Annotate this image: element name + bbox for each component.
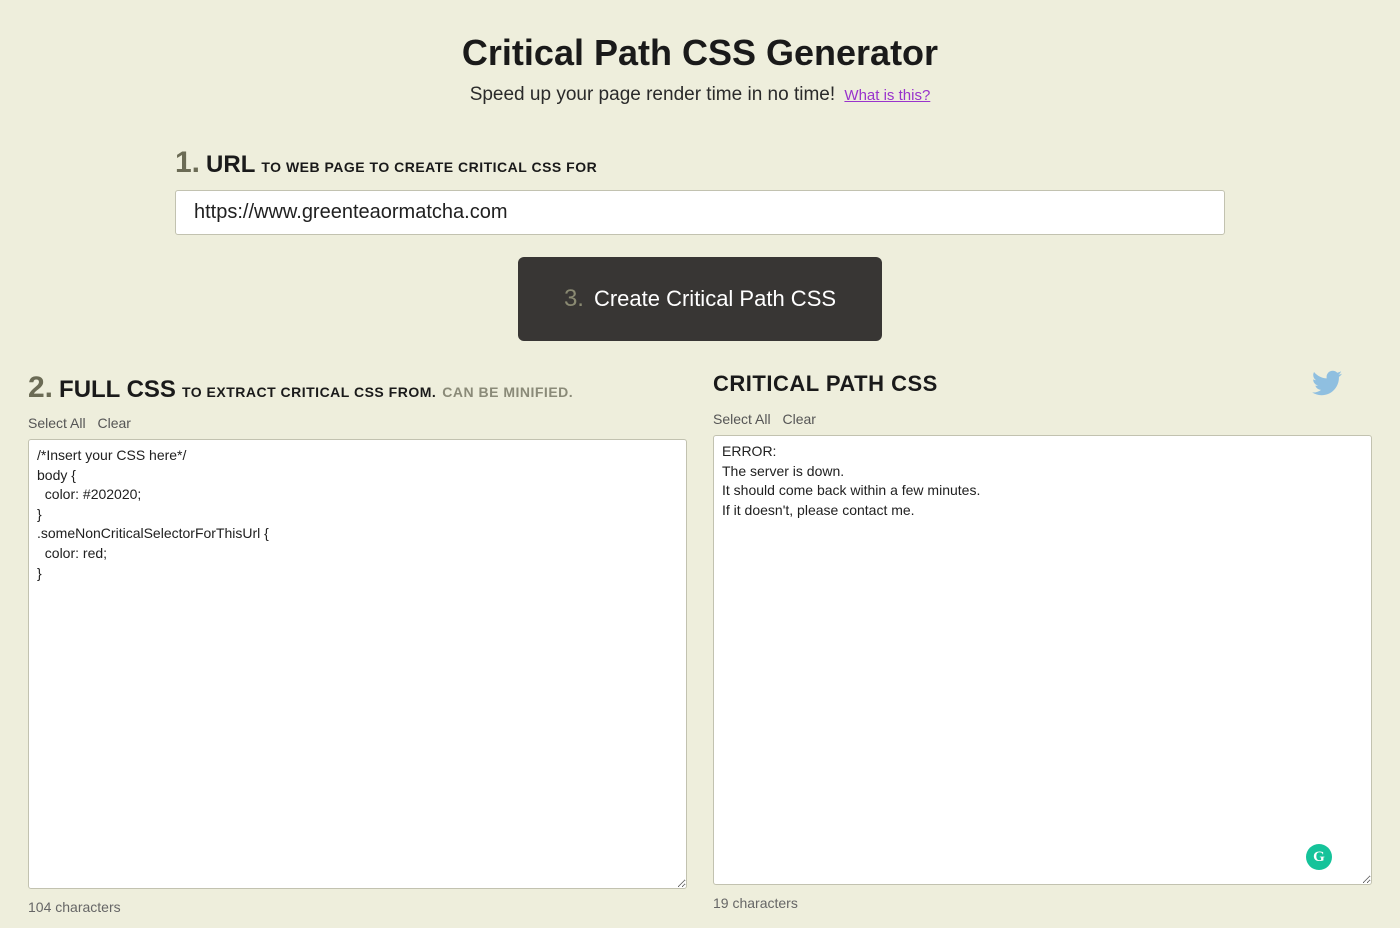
critical-css-select-all[interactable]: Select All [713, 411, 771, 427]
step-2-main: FULL CSS [59, 376, 176, 404]
page-subtitle: Speed up your page render time in no tim… [470, 84, 835, 105]
step-1-main: URL [206, 151, 255, 179]
full-css-header: 2. FULL CSS TO EXTRACT CRITICAL CSS FROM… [28, 371, 687, 405]
full-css-column: 2. FULL CSS TO EXTRACT CRITICAL CSS FROM… [28, 371, 687, 915]
full-css-actions: Select All Clear [28, 415, 687, 431]
critical-css-column: CRITICAL PATH CSS Select All Clear 19 ch… [713, 371, 1372, 915]
critical-css-actions: Select All Clear [713, 411, 1372, 427]
page-subtitle-row: Speed up your page render time in no tim… [0, 84, 1400, 106]
url-input[interactable] [175, 190, 1225, 235]
columns: 2. FULL CSS TO EXTRACT CRITICAL CSS FROM… [0, 341, 1400, 925]
what-is-this-link[interactable]: What is this? [844, 87, 930, 104]
full-css-char-count: 104 characters [28, 899, 687, 915]
url-section: 1. URL TO WEB PAGE TO CREATE CRITICAL CS… [175, 146, 1225, 235]
create-critical-css-button[interactable]: 3. Create Critical Path CSS [518, 257, 882, 341]
grammarly-letter: G [1313, 849, 1325, 866]
full-css-select-all[interactable]: Select All [28, 415, 86, 431]
step-1-number: 1. [175, 146, 200, 180]
full-css-textarea[interactable] [28, 439, 687, 889]
grammarly-badge-icon[interactable]: G [1306, 844, 1332, 870]
cta-wrap: 3. Create Critical Path CSS [0, 257, 1400, 341]
page-title: Critical Path CSS Generator [0, 32, 1400, 74]
url-step-label: 1. URL TO WEB PAGE TO CREATE CRITICAL CS… [175, 146, 1225, 180]
step-1-sub: TO WEB PAGE TO CREATE CRITICAL CSS FOR [261, 159, 597, 175]
step-2-sub-muted: CAN BE MINIFIED. [442, 384, 573, 400]
step-2-number: 2. [28, 371, 53, 405]
critical-css-header: CRITICAL PATH CSS [713, 371, 1372, 401]
step-2-sub: TO EXTRACT CRITICAL CSS FROM. [182, 384, 436, 400]
twitter-icon[interactable] [1312, 368, 1342, 403]
page-header: Critical Path CSS Generator Speed up you… [0, 0, 1400, 106]
critical-css-clear[interactable]: Clear [782, 411, 815, 427]
step-3-number: 3. [564, 285, 584, 313]
full-css-clear[interactable]: Clear [97, 415, 130, 431]
critical-css-char-count: 19 characters [713, 895, 1372, 911]
critical-css-textarea[interactable] [713, 435, 1372, 885]
cta-label: Create Critical Path CSS [594, 286, 836, 312]
critical-css-title: CRITICAL PATH CSS [713, 371, 938, 397]
